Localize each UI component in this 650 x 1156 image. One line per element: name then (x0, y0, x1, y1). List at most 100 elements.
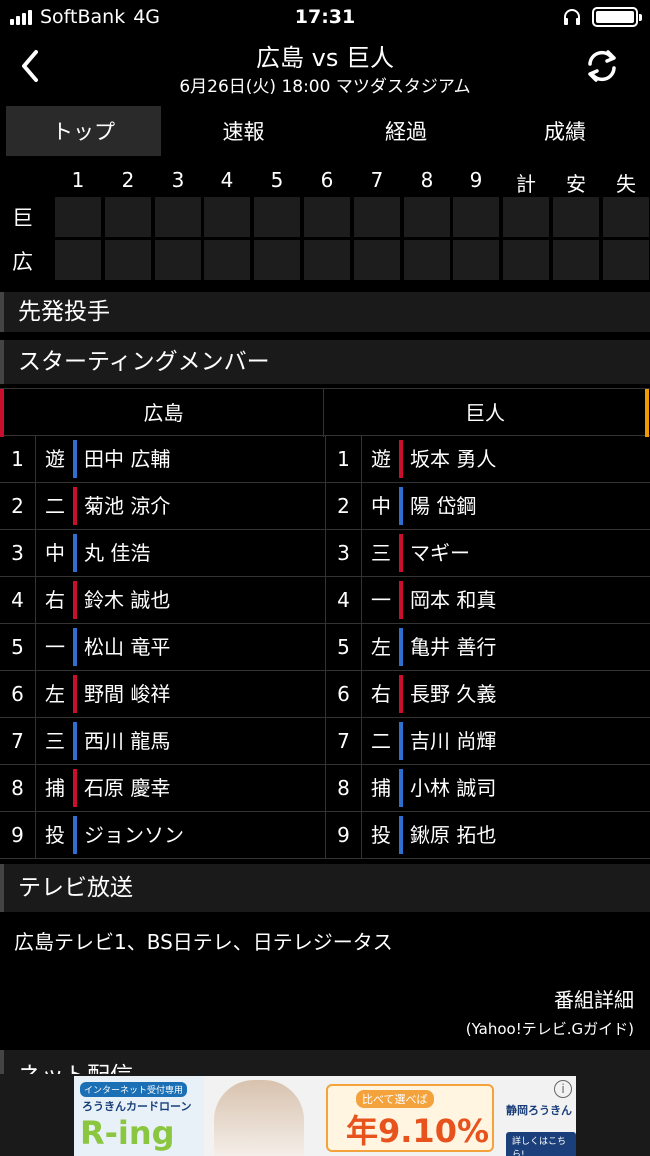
player-name: 小林 誠司 (410, 776, 497, 800)
battery-icon (592, 7, 642, 27)
handedness-bar (399, 487, 403, 525)
home-player[interactable]: 5 一松山 竜平 (0, 624, 325, 670)
batting-order: 9 (0, 812, 36, 858)
ad-rate-box: 比べて選べば 年9.10% (326, 1084, 494, 1152)
lineup-row: 2 二菊池 涼介 2 中陽 岱鋼 (0, 483, 650, 530)
ad-banner[interactable]: インターネット受付専用 ろうきんカードローン R-ing 比べて選べば 年9.1… (74, 1076, 576, 1156)
handedness-bar (73, 722, 77, 760)
score-cell-home (55, 240, 101, 280)
batting-order: 4 (326, 577, 362, 623)
home-player[interactable]: 2 二菊池 涼介 (0, 483, 325, 529)
ad-person-image (214, 1080, 304, 1156)
home-player[interactable]: 7 三西川 龍馬 (0, 718, 325, 764)
score-cell-away (404, 197, 450, 237)
ad-cta[interactable]: 詳しくはこちら! (506, 1132, 576, 1156)
score-cell-home (254, 240, 300, 280)
reload-icon[interactable] (582, 46, 622, 86)
score-column-header: 計 (516, 172, 536, 196)
player-name: 石原 慶幸 (84, 776, 171, 800)
lineup-row: 8 捕石原 慶幸 8 捕小林 誠司 (0, 765, 650, 812)
batting-order: 5 (0, 624, 36, 670)
batting-order: 2 (0, 483, 36, 529)
handedness-bar (399, 581, 403, 619)
status-bar: SoftBank 4G 17:31 (0, 0, 650, 34)
handedness-bar (73, 487, 77, 525)
score-cell-home (553, 240, 599, 280)
player-position: 右 (45, 588, 65, 612)
away-player[interactable]: 3 三マギー (325, 530, 650, 576)
score-column-header: 安 (566, 172, 586, 196)
score-cell-away (553, 197, 599, 237)
header: 広島 vs 巨人 6月26日(火) 18:00 マツダスタジアム (0, 34, 650, 100)
player-position: 二 (371, 729, 391, 753)
tab-progress[interactable]: 経過 (326, 106, 486, 156)
ad-banner-area: インターネット受付専用 ろうきんカードローン R-ing 比べて選べば 年9.1… (0, 1074, 650, 1156)
game-info: 6月26日(火) 18:00 マツダスタジアム (179, 77, 471, 97)
score-column-header: 失 (616, 172, 636, 196)
tab-bar: トップ 速報 経過 成績 (0, 106, 650, 158)
lineup-row: 3中丸 佳浩 3 三マギー (0, 530, 650, 577)
player-name: 松山 竜平 (84, 635, 171, 659)
lineup-table: 広島 巨人 1 遊田中 広輔 1 遊坂本 勇人 2 二菊池 涼介 2 中陽 岱鋼 3 中丸 佳浩 3… (0, 388, 650, 859)
away-player[interactable]: 2中陽 岱鋼 (325, 483, 650, 529)
section-starting-members: スターティングメンバー (0, 340, 650, 384)
lineup-row: 7 三西川 龍馬 7 二吉川 尚輝 (0, 718, 650, 765)
handedness-bar (73, 675, 77, 713)
player-name: 丸 佳浩 (84, 541, 151, 565)
player-name: マギー (410, 541, 470, 565)
away-player[interactable]: 8 捕小林 誠司 (325, 765, 650, 811)
player-name: 亀井 善行 (410, 635, 497, 659)
player-name: 長野 久義 (410, 682, 497, 706)
away-player[interactable]: 7 二吉川 尚輝 (325, 718, 650, 764)
status-right (562, 7, 642, 27)
team-label-home: 広 (12, 250, 33, 274)
batting-order: 3 (326, 530, 362, 576)
player-position: 左 (45, 682, 65, 706)
score-cell-away (453, 197, 499, 237)
batting-order: 1 (326, 436, 362, 482)
player-position: 一 (371, 588, 391, 612)
tv-channels: 広島テレビ1、BS日テレ、日テレジータス (14, 930, 393, 954)
player-position: 捕 (45, 776, 65, 800)
section-starting-pitchers[interactable]: 先発投手 (0, 292, 650, 332)
ad-info-icon[interactable]: i (554, 1080, 572, 1098)
batting-order: 5 (326, 624, 362, 670)
score-cell-away (55, 197, 101, 237)
batting-order: 9 (326, 812, 362, 858)
away-player[interactable]: 1 遊坂本 勇人 (325, 436, 650, 482)
section-title: スターティングメンバー (18, 349, 270, 375)
score-cell-away (304, 197, 350, 237)
program-detail-link[interactable]: 番組詳細 (554, 984, 634, 1013)
score-cell-home (155, 240, 201, 280)
home-player[interactable]: 8 捕石原 慶幸 (0, 765, 325, 811)
player-position: 投 (371, 823, 391, 847)
score-cell-home (453, 240, 499, 280)
away-player[interactable]: 4 一岡本 和真 (325, 577, 650, 623)
away-player[interactable]: 9 投鍬原 拓也 (325, 812, 650, 858)
score-cell-away (354, 197, 400, 237)
tab-top[interactable]: トップ (6, 106, 161, 156)
score-column-header: 6 (320, 168, 334, 192)
away-player[interactable]: 5 左亀井 善行 (325, 624, 650, 670)
home-player[interactable]: 3中丸 佳浩 (0, 530, 325, 576)
home-player[interactable]: 4 右鈴木 誠也 (0, 577, 325, 623)
away-player[interactable]: 6 右長野 久義 (325, 671, 650, 717)
headphones-icon (564, 9, 580, 25)
score-cell-away (254, 197, 300, 237)
batting-order: 7 (0, 718, 36, 764)
batting-order: 6 (326, 671, 362, 717)
tab-live[interactable]: 速報 (161, 106, 326, 156)
score-column-header: 3 (171, 168, 185, 192)
home-player[interactable]: 9 投ジョンソン (0, 812, 325, 858)
ad-rate: 年9.10% (346, 1112, 490, 1150)
player-name: 田中 広輔 (84, 447, 171, 471)
player-position: 投 (45, 823, 65, 847)
away-team-header: 巨人 (325, 389, 649, 437)
home-player[interactable]: 1 遊田中 広輔 (0, 436, 325, 482)
score-column-header: 4 (220, 168, 234, 192)
handedness-bar (73, 769, 77, 807)
tab-stats[interactable]: 成績 (486, 106, 644, 156)
section-title: 先発投手 (18, 299, 110, 325)
home-player[interactable]: 6 左野間 峻祥 (0, 671, 325, 717)
player-position: 三 (371, 541, 391, 565)
